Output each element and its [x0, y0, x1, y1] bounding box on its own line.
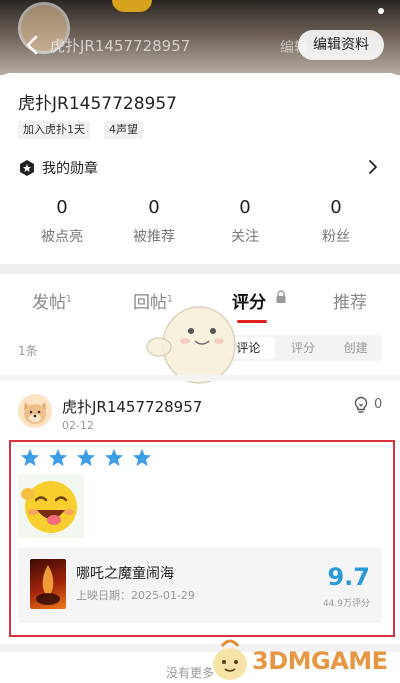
watermark-text: 3DMGAME [252, 647, 388, 675]
coin-icon [112, 0, 152, 12]
stat-recommended-value: 0 [148, 197, 160, 218]
stat-following-value: 0 [239, 197, 251, 218]
lock-icon [276, 290, 286, 303]
tab-posts[interactable]: 发帖1 [32, 288, 72, 313]
stat-lit[interactable]: 0 被点亮 [22, 197, 102, 246]
laughing-emoji-icon [21, 481, 77, 533]
tab-recommend-label: 推荐 [333, 293, 367, 313]
post-username[interactable]: 虎扑JR1457728957 [62, 396, 202, 417]
like-count: 0 [374, 397, 383, 412]
post-date: 02-12 [62, 419, 94, 432]
movie-poster [30, 559, 66, 609]
star-icon [49, 449, 67, 466]
movie-title: 哪吒之魔童闹海 [76, 566, 174, 582]
medal-label: 我的勋章 [42, 161, 98, 177]
section-divider [0, 264, 400, 274]
stat-following[interactable]: 0 关注 [205, 197, 285, 246]
chevron-right-icon[interactable] [366, 158, 380, 176]
dog-avatar-icon [24, 402, 46, 424]
star-icon [105, 449, 123, 466]
star-icon [133, 449, 151, 466]
reputation-tag: 4声望 [104, 121, 143, 139]
movie-release-date: 上映日期：2025-01-29 [76, 589, 195, 602]
edit-profile-button[interactable]: 编辑资料 [298, 30, 384, 60]
stat-lit-label: 被点亮 [41, 229, 83, 245]
profile-header: 虎扑JR1457728957 编辑 编辑资料 [0, 0, 400, 75]
stat-lit-value: 0 [56, 197, 68, 218]
profile-card: 虎扑JR1457728957 加入虎扑1天 4声望 我的勋章 0 被点亮 0 被… [0, 73, 400, 263]
my-medals-row[interactable]: 我的勋章 [18, 157, 98, 179]
movie-card[interactable]: 哪吒之魔童闹海 上映日期：2025-01-29 9.7 44.9万评分 [18, 547, 382, 623]
tab-posts-badge: 1 [66, 294, 72, 305]
post-avatar[interactable] [18, 394, 52, 428]
movie-score: 9.7 [327, 563, 370, 591]
watermark-mascot-icon [213, 639, 247, 680]
result-count: 1条 [18, 344, 38, 358]
stat-recommended[interactable]: 0 被推荐 [114, 197, 194, 246]
no-more-text: 没有更多 [166, 666, 215, 680]
header-title: 虎扑JR1457728957 [50, 37, 191, 55]
segment-created[interactable]: 创建 [329, 335, 382, 361]
tab-recommend[interactable]: 推荐 [333, 288, 367, 313]
stat-recommended-label: 被推荐 [133, 229, 175, 245]
list-divider [0, 375, 400, 381]
post-image[interactable] [18, 474, 84, 538]
status-dot-icon [378, 8, 384, 14]
stat-followers-label: 粉丝 [322, 229, 350, 245]
medal-icon [20, 160, 34, 176]
tab-posts-label: 发帖 [32, 293, 66, 313]
back-arrow-icon[interactable] [22, 34, 44, 56]
stat-following-label: 关注 [231, 229, 259, 245]
star-icon [21, 449, 39, 466]
username: 虎扑JR1457728957 [18, 94, 177, 114]
movie-poster-art-icon [36, 565, 60, 605]
star-icon [77, 449, 95, 466]
stat-followers-value: 0 [330, 197, 342, 218]
movie-rating-count: 44.9万评分 [322, 599, 370, 609]
lightbulb-icon[interactable] [353, 396, 369, 414]
join-days-tag: 加入虎扑1天 [18, 121, 90, 139]
rating-stars [20, 448, 160, 468]
segment-ratings[interactable]: 评分 [277, 335, 330, 361]
stat-followers[interactable]: 0 粉丝 [296, 197, 376, 246]
